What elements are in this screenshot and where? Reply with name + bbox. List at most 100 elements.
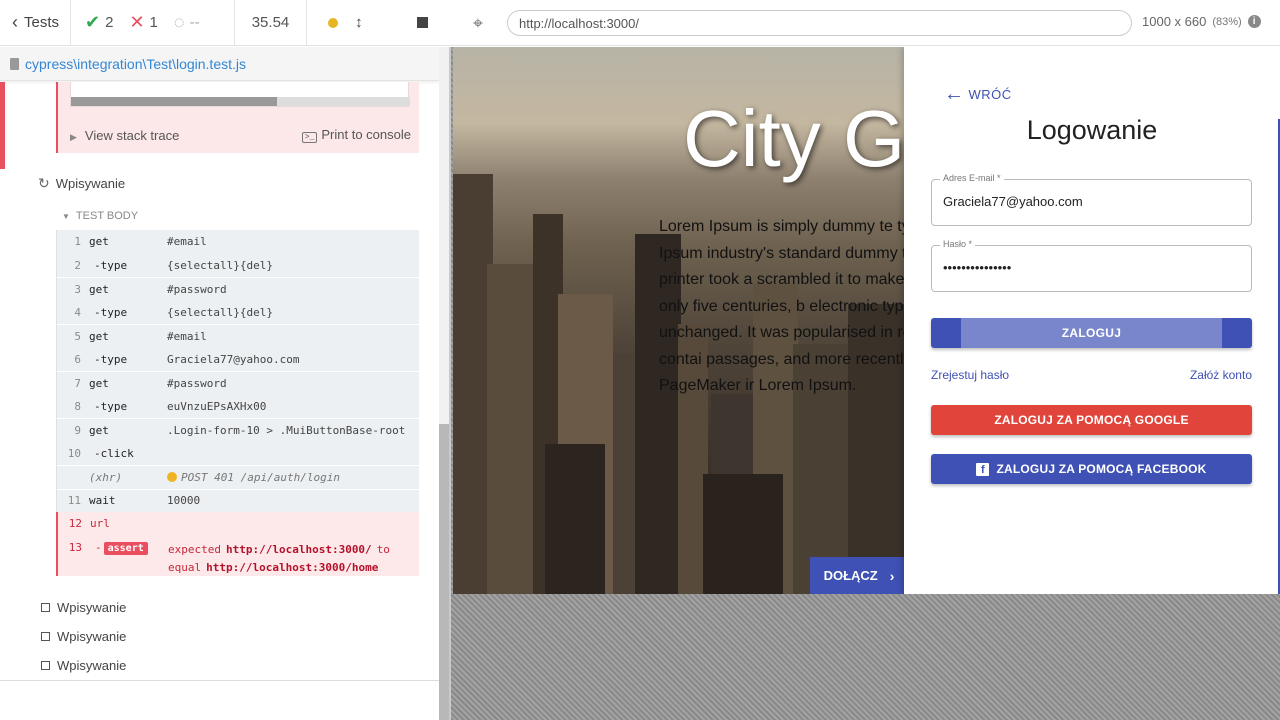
pending-count: -- xyxy=(189,14,200,31)
command-row[interactable]: 6 -type Graciela77@yahoo.com xyxy=(57,347,419,371)
reporter-scrollbar[interactable] xyxy=(439,47,449,720)
file-icon xyxy=(10,57,19,70)
terminal-icon: >_ xyxy=(301,132,318,143)
email-value: Graciela77@yahoo.com xyxy=(943,194,1083,209)
command-number: 1 xyxy=(74,235,81,249)
spec-path-bar: cypress\integration\Test\login.test.js xyxy=(0,47,439,81)
command-message: #password xyxy=(167,376,227,390)
command-message: #email xyxy=(167,235,207,249)
view-stack-trace-button[interactable]: ▶ View stack trace xyxy=(70,128,179,143)
command-name: wait xyxy=(89,494,116,508)
check-icon: ✔ xyxy=(85,12,101,32)
join-button[interactable]: DOŁĄCZ › xyxy=(810,557,908,594)
running-indicator-icon xyxy=(327,17,338,28)
password-field[interactable]: Hasło * ••••••••••••••• xyxy=(931,239,1252,292)
info-icon[interactable]: i xyxy=(1247,15,1261,28)
selector-playground-button[interactable]: ⌖ xyxy=(462,11,494,35)
passed-stat: ✔ 2 xyxy=(85,12,113,33)
command-number: 2 xyxy=(74,258,81,272)
failed-command-row[interactable]: 12 url xyxy=(56,512,419,536)
command-row[interactable]: 11 wait 10000 xyxy=(57,488,419,512)
xhr-row[interactable]: (xhr) POST 401 /api/auth/login xyxy=(57,465,419,489)
command-name: get xyxy=(89,329,109,343)
reporter-panel: ‹ Tests ✔ 2 ✕ 1 ◌ -- 35.54 ↕ cypress\int… xyxy=(0,0,449,720)
register-link[interactable]: Załóż konto xyxy=(1190,368,1252,382)
view-stack-trace-label: View stack trace xyxy=(84,127,180,143)
command-name: get xyxy=(89,282,109,296)
stop-icon[interactable] xyxy=(417,17,429,28)
print-to-console-button[interactable]: >_ Print to console xyxy=(301,127,411,143)
command-row[interactable]: 2 -type {selectall}{del} xyxy=(57,253,419,277)
command-name: - assert xyxy=(90,541,168,555)
reporter-body: ▶ View stack trace >_ Print to console ↻ W… xyxy=(0,82,439,680)
pending-box-icon xyxy=(41,632,50,641)
command-log: 1 get #email 2 -type {selectall}{del} 3 get #p… xyxy=(56,230,419,576)
crosshair-icon: ⌖ xyxy=(472,12,484,33)
command-row[interactable]: 3 get #password xyxy=(57,277,419,301)
login-button[interactable]: ZALOGUJ xyxy=(931,318,1252,348)
code-scroll-thumb[interactable] xyxy=(71,97,277,106)
command-message: 10000 xyxy=(167,494,201,508)
google-login-button[interactable]: ZALOGUJ ZA POMOCĄ GOOGLE xyxy=(931,405,1252,435)
command-name: get xyxy=(89,376,109,390)
command-name: url xyxy=(90,517,110,531)
command-number: 12 xyxy=(68,517,82,531)
duration: 35.54 xyxy=(235,0,307,46)
url-bar[interactable]: http://localhost:3000/ xyxy=(507,10,1132,36)
test-body-toggle[interactable]: ▼ TEST BODY xyxy=(62,210,138,222)
command-message: #email xyxy=(167,329,207,343)
command-row[interactable]: 4 -type {selectall}{del} xyxy=(57,300,419,324)
test-item-label: Wpisywanie xyxy=(57,658,127,673)
xhr-status-dot-icon xyxy=(167,472,177,483)
failed-assert-row[interactable]: 13 - assert expected http://localhost:3000… xyxy=(56,535,419,576)
command-number: 9 xyxy=(74,423,81,437)
pending-box-icon xyxy=(41,603,50,612)
command-name: -type xyxy=(94,305,128,319)
code-scrollbar[interactable] xyxy=(71,97,410,106)
aut-header: ⌖ http://localhost:3000/ 1000 x 660 (83%… xyxy=(449,0,1280,46)
command-message: euVnzuEPsAXHx00 xyxy=(167,399,267,413)
join-label: DOŁĄCZ xyxy=(823,568,878,583)
current-test-title[interactable]: ↻ Wpisywanie xyxy=(38,175,125,192)
login-button-label: ZALOGUJ xyxy=(1061,326,1122,340)
test-item[interactable]: Wpisywanie xyxy=(41,658,126,673)
error-code-frame xyxy=(70,82,410,107)
divider xyxy=(0,680,439,681)
auth-links: Zrejestuj hasło Załóż konto xyxy=(931,368,1252,382)
test-item[interactable]: Wpisywanie xyxy=(41,629,126,644)
email-field[interactable]: Adres E-mail * Graciela77@yahoo.com xyxy=(931,173,1252,226)
command-number: 3 xyxy=(74,282,81,296)
assert-expected-url: http://localhost:3000/home xyxy=(206,560,379,574)
autoscroll-icon[interactable]: ↕ xyxy=(355,14,363,31)
command-row[interactable]: 5 get #email xyxy=(57,324,419,348)
error-box: ▶ View stack trace >_ Print to console xyxy=(56,82,419,153)
caret-down-icon: ▼ xyxy=(62,211,70,221)
facebook-login-label: ZALOGUJ ZA POMOCĄ FACEBOOK xyxy=(996,462,1207,476)
command-name: get xyxy=(89,235,109,249)
viewport-info[interactable]: 1000 x 660 (83%) i xyxy=(1142,14,1261,29)
facebook-icon: f xyxy=(976,462,990,476)
password-value: ••••••••••••••• xyxy=(943,260,1012,275)
cross-icon: ✕ xyxy=(129,12,145,32)
command-number: 4 xyxy=(74,305,81,319)
chevron-left-icon: ‹ xyxy=(12,12,18,32)
aut-area: City Ga Lorem Ipsum is simply dummy te t… xyxy=(449,47,1280,720)
facebook-login-button[interactable]: f ZALOGUJ ZA POMOCĄ FACEBOOK xyxy=(931,454,1252,484)
back-button[interactable]: ← WRÓĆ xyxy=(944,83,1012,106)
command-row[interactable]: 10 -click xyxy=(57,441,419,465)
reset-password-link[interactable]: Zrejestuj hasło xyxy=(931,368,1009,382)
command-row[interactable]: 8 -type euVnzuEPsAXHx00 xyxy=(57,394,419,418)
command-row[interactable]: 7 get #password xyxy=(57,371,419,395)
command-message: {selectall}{del} xyxy=(167,258,273,272)
command-row[interactable]: 9 get .Login-form-10 > .MuiButtonBase-root xyxy=(57,418,419,442)
reporter-scroll-thumb[interactable] xyxy=(439,424,449,720)
test-item-label: Wpisywanie xyxy=(57,600,127,615)
pending-stat: ◌ -- xyxy=(174,12,200,33)
failed-stat: ✕ 1 xyxy=(129,12,157,33)
passed-count: 2 xyxy=(105,14,114,31)
back-to-tests-button[interactable]: ‹ Tests xyxy=(0,0,71,46)
test-item[interactable]: Wpisywanie xyxy=(41,600,126,615)
assert-badge: assert xyxy=(103,541,148,555)
spec-path[interactable]: cypress\integration\Test\login.test.js xyxy=(25,56,246,72)
command-row[interactable]: 1 get #email xyxy=(57,230,419,254)
